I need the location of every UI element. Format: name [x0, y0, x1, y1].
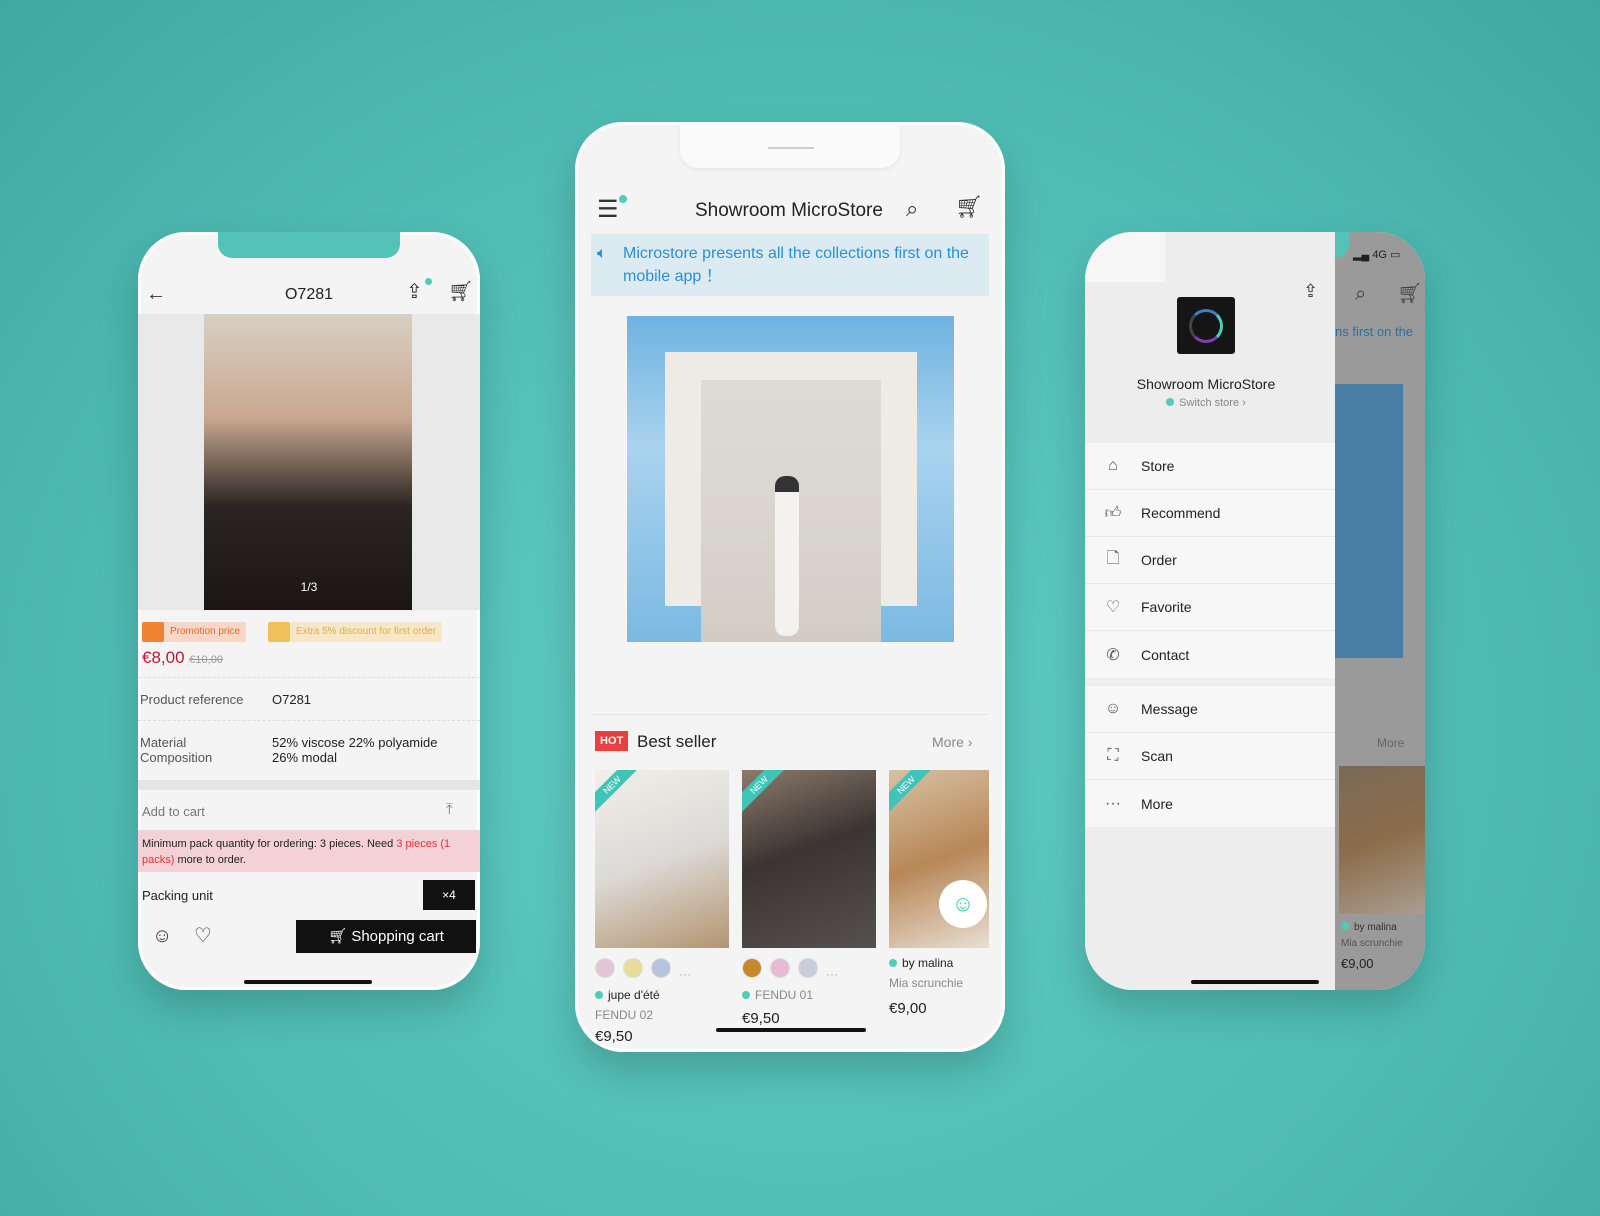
- bg-announcement: ns first on the: [1335, 324, 1414, 339]
- collapse-icon[interactable]: ⤒: [446, 802, 453, 817]
- store-logo: [1177, 297, 1235, 354]
- product-image[interactable]: 1/3: [138, 314, 480, 610]
- right-phone-side-menu: ns first on the More by malina Mia scrun…: [1085, 232, 1425, 990]
- cart-icon[interactable]: 🛒︎: [1397, 284, 1422, 304]
- menu-item-order[interactable]: 🗋 Order: [1085, 537, 1335, 584]
- store-name: Showroom MicroStore: [1136, 376, 1276, 392]
- chat-fab[interactable]: ☺: [939, 880, 987, 928]
- menu-item-more[interactable]: ··· More: [1085, 780, 1335, 827]
- menu-icon[interactable]: ☰: [597, 198, 619, 222]
- menu-item-favorite[interactable]: ♡ Favorite: [1085, 584, 1335, 631]
- product-card[interactable]: jupe d'été FENDU 02 €9,50: [595, 988, 660, 1045]
- heart-icon: ♡: [1105, 599, 1121, 616]
- thumbs-up-icon: 👍︎: [1104, 504, 1122, 522]
- spec-label: Product reference: [140, 692, 244, 707]
- share-icon[interactable]: ⇪: [406, 282, 423, 302]
- product-title: O7281: [284, 286, 334, 303]
- add-to-cart-label: Add to cart: [142, 804, 205, 819]
- min-quantity-notice: Minimum pack quantity for ordering: 3 pi…: [138, 830, 480, 872]
- left-phone-product-detail: ← O7281 ⇪ 🛒︎ 1/3 Promotion price Extra 5…: [138, 232, 480, 990]
- announcement-banner[interactable]: 🔈︎ Microstore presents all the collection…: [591, 234, 989, 296]
- status-bar: ▂▄ 4G ▭: [1353, 249, 1401, 261]
- banner-image[interactable]: [627, 316, 954, 642]
- product-card-image[interactable]: NEW: [595, 770, 729, 948]
- promotion-badge: Promotion price: [142, 622, 247, 642]
- section-title: Best seller: [637, 732, 717, 751]
- scan-icon: ⛶: [1107, 747, 1119, 764]
- cart-icon[interactable]: 🛒︎: [955, 196, 983, 218]
- share-icon[interactable]: ⇪: [1303, 282, 1318, 300]
- document-icon: 🗋: [1106, 549, 1120, 567]
- product-card[interactable]: FENDU 01 €9,50: [742, 988, 813, 1027]
- shopping-cart-button[interactable]: 🛒︎ Shopping cart: [296, 920, 476, 953]
- packing-unit-value[interactable]: ×4: [423, 880, 475, 910]
- menu-item-message[interactable]: ☺ Message: [1085, 686, 1335, 733]
- store-title: Showroom MicroStore: [695, 200, 883, 221]
- spec-label: Material Composition: [140, 735, 213, 765]
- center-phone-store-home: ☰ Showroom MicroStore ⌕ 🛒︎ 🔈︎ Microstore …: [575, 122, 1005, 1052]
- spec-value: O7281: [272, 692, 312, 707]
- cart-icon[interactable]: 🛒︎: [448, 282, 473, 302]
- search-icon[interactable]: ⌕: [1355, 284, 1366, 304]
- price: €8,00: [142, 648, 185, 667]
- product-card-image[interactable]: NEW: [742, 770, 876, 948]
- home-icon: ⌂: [1108, 457, 1118, 474]
- heart-icon[interactable]: ♡: [194, 926, 212, 946]
- chat-icon[interactable]: ☺: [152, 926, 172, 946]
- more-dots-icon: ···: [1105, 794, 1121, 812]
- more-link[interactable]: More ›: [932, 734, 972, 750]
- side-menu: ⇪ Showroom MicroStore Switch store › ⌂ St…: [1085, 232, 1335, 990]
- phone-icon: ✆: [1106, 646, 1120, 664]
- old-price: €10,00: [189, 654, 223, 666]
- image-counter: 1/3: [300, 580, 318, 594]
- product-card-image[interactable]: NEW ☺: [889, 770, 989, 948]
- speaker-icon: 🔈︎: [597, 245, 607, 262]
- chat-icon: ☺: [1104, 700, 1122, 717]
- menu-item-contact[interactable]: ✆ Contact: [1085, 631, 1335, 678]
- packing-unit-label: Packing unit: [142, 888, 213, 903]
- switch-store-link[interactable]: Switch store ›: [1085, 397, 1327, 409]
- menu-item-recommend[interactable]: 👍︎ Recommend: [1085, 490, 1335, 537]
- search-icon[interactable]: ⌕: [906, 198, 918, 220]
- menu-item-scan[interactable]: ⛶ Scan: [1085, 733, 1335, 780]
- hot-badge: HOT: [595, 731, 629, 751]
- menu-item-store[interactable]: ⌂ Store: [1085, 443, 1335, 490]
- spec-value: 52% viscose 22% polyamide 26% modal: [272, 735, 438, 765]
- discount-badge: Extra 5% discount for first order: [268, 622, 443, 642]
- product-card[interactable]: by malina Mia scrunchie €9,00: [889, 956, 963, 1017]
